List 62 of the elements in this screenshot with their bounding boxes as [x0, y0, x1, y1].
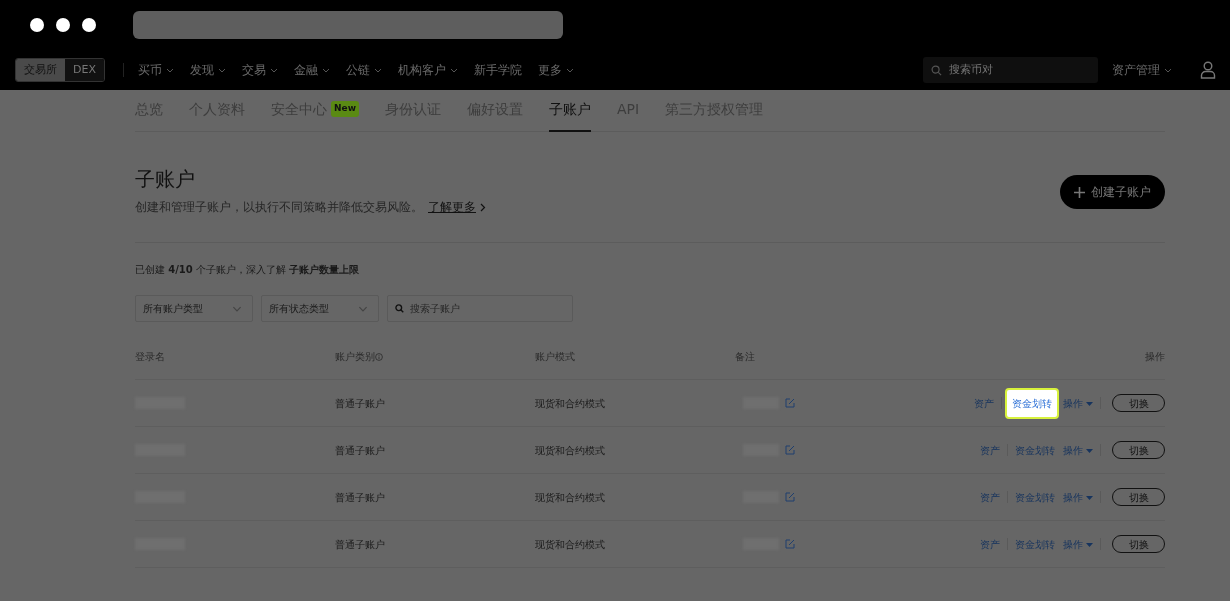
- limit-link[interactable]: 子账户数量上限: [288, 262, 359, 277]
- asset-menu[interactable]: 资产管理: [1112, 61, 1172, 79]
- operations-menu[interactable]: 操作: [1058, 533, 1097, 555]
- learn-more-link[interactable]: 了解更多: [428, 198, 486, 216]
- operations-menu[interactable]: 操作: [1058, 392, 1097, 414]
- menu-item[interactable]: 发现: [189, 61, 226, 79]
- window-control-dot[interactable]: [56, 18, 70, 32]
- edit-icon[interactable]: [785, 398, 795, 408]
- mode-tab[interactable]: DEX: [65, 58, 104, 82]
- page-description: 创建和管理子账户，以执行不同策略并降低交易风险。: [135, 199, 423, 216]
- filter-select[interactable]: 所有状态类型: [261, 295, 379, 322]
- table-cell: 现货和合约模式: [535, 491, 605, 503]
- assets-link[interactable]: 资产: [975, 533, 1004, 555]
- table-cell: 现货和合约模式: [535, 538, 605, 550]
- chevron-icon: [1164, 67, 1172, 73]
- menu-item[interactable]: 公链: [345, 61, 382, 79]
- edit-icon[interactable]: [785, 445, 795, 455]
- transfer-link[interactable]: 资金划转: [1010, 533, 1059, 555]
- chevron-right-icon: [480, 202, 486, 212]
- menu-item[interactable]: 交易: [241, 61, 278, 79]
- assets-link[interactable]: 资产: [975, 439, 1004, 461]
- operations-menu[interactable]: 操作: [1058, 486, 1097, 508]
- menu-item[interactable]: 更多: [537, 61, 574, 79]
- table-cell: 现货和合约模式: [535, 397, 605, 409]
- transfer-link[interactable]: 资金划转: [1004, 387, 1059, 419]
- assets-link[interactable]: 资产: [969, 392, 998, 414]
- table-cell: 普通子账户: [335, 538, 385, 550]
- transfer-link[interactable]: 资金划转: [1010, 486, 1059, 508]
- table-cell: 普通子账户: [335, 491, 385, 503]
- caret-icon: [1086, 448, 1093, 453]
- tab[interactable]: 子账户: [548, 90, 591, 132]
- new-badge: New: [331, 101, 359, 117]
- edit-icon[interactable]: [785, 539, 795, 549]
- window-control-dot[interactable]: [82, 18, 96, 32]
- menu-item[interactable]: 机构客户: [397, 61, 458, 79]
- edit-icon[interactable]: [785, 492, 795, 502]
- search-icon: [931, 64, 942, 76]
- search-field[interactable]: 搜索币对: [947, 60, 1087, 80]
- menu-item[interactable]: 金融: [293, 61, 330, 79]
- create-subaccount-button[interactable]: 创建子账户: [1060, 175, 1165, 209]
- table-cell: 普通子账户: [335, 397, 385, 409]
- caret-icon: [1086, 542, 1093, 547]
- window-control-dot[interactable]: [30, 18, 44, 32]
- page-title: 子账户: [135, 166, 196, 192]
- operations-menu[interactable]: 操作: [1058, 439, 1097, 461]
- user-icon[interactable]: [1200, 61, 1216, 79]
- filter-select[interactable]: 所有账户类型: [135, 295, 253, 322]
- search-icon: [395, 304, 404, 313]
- search-box[interactable]: 搜索币对: [923, 57, 1098, 83]
- menu-item[interactable]: 买币: [137, 61, 174, 79]
- caret-icon: [1086, 401, 1093, 406]
- chevron-icon: [232, 305, 242, 312]
- table-cell: 现货和合约模式: [535, 444, 605, 456]
- assets-link[interactable]: 资产: [975, 486, 1004, 508]
- menu-item[interactable]: 新手学院: [473, 61, 522, 79]
- address-bar[interactable]: [133, 11, 563, 39]
- table-cell: 普通子账户: [335, 444, 385, 456]
- plus-icon: [1074, 186, 1085, 198]
- chevron-icon: [358, 305, 368, 312]
- transfer-link[interactable]: 资金划转: [1010, 439, 1059, 461]
- caret-icon: [1086, 495, 1093, 500]
- info-icon[interactable]: [375, 353, 383, 361]
